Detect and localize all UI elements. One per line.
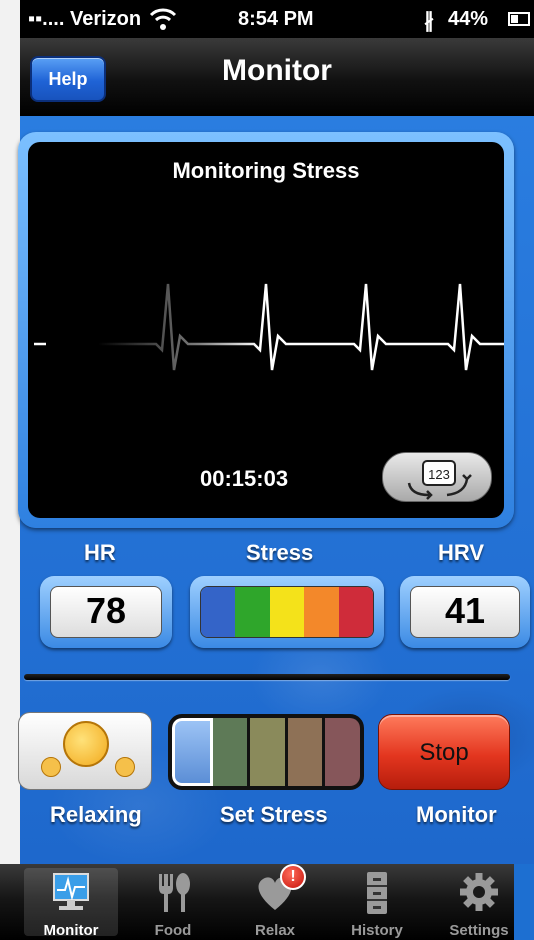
monitor-title: Monitoring Stress: [172, 158, 360, 183]
relaxing-label: Relaxing: [50, 802, 142, 827]
number-toggle-icon: 123: [407, 460, 472, 500]
set-stress-label: Set Stress: [220, 802, 328, 827]
tab-settings[interactable]: Settings: [428, 864, 530, 940]
stress-segment: [304, 587, 339, 637]
carrier-label: ▪▪.... Verizon: [28, 8, 142, 30]
monitor-timer: 00:15:03: [200, 466, 289, 491]
stress-level-option[interactable]: [212, 718, 251, 786]
page-title: Monitor: [222, 54, 332, 87]
fork-spoon-icon: [159, 873, 190, 912]
stop-button[interactable]: Stop: [378, 714, 510, 790]
tab-label: Monitor: [43, 922, 99, 939]
stress-segment: [338, 587, 373, 637]
divider: [24, 674, 510, 680]
tab-relax[interactable]: ! Relax: [224, 864, 326, 940]
ecg-waveform: [34, 283, 504, 371]
wifi-icon: [149, 8, 177, 30]
hr-value: 78: [50, 586, 162, 638]
stress-segment: [235, 587, 270, 637]
monitor-label: Monitor: [416, 802, 497, 827]
hand-icon: [115, 757, 135, 777]
bluetooth-icon: ∦: [424, 10, 434, 32]
tab-label: Relax: [254, 922, 296, 939]
hand-icon: [41, 757, 61, 777]
stress-label: Stress: [246, 540, 314, 565]
stress-level-option[interactable]: [250, 718, 288, 786]
hrv-label: HRV: [438, 540, 485, 565]
relax-alert-badge: !: [280, 864, 306, 890]
stress-level-bar: [200, 586, 374, 638]
battery-percent: 44%: [448, 8, 489, 30]
stress-box: [190, 576, 384, 648]
hr-label: HR: [84, 540, 116, 565]
stress-segment: [269, 587, 305, 637]
relaxing-face-icon: [63, 721, 109, 767]
tab-label: Settings: [449, 922, 509, 939]
stress-segment: [201, 587, 236, 637]
hrv-box: 41: [400, 576, 530, 648]
hr-box: 78: [40, 576, 172, 648]
tab-label: History: [351, 922, 403, 939]
stress-level-option[interactable]: [287, 718, 326, 786]
tab-history[interactable]: History: [326, 864, 428, 940]
toggle-display-button[interactable]: 123: [382, 452, 492, 502]
navigation-bar: Help Monitor: [20, 38, 534, 117]
clock: 8:54 PM: [238, 8, 314, 30]
heart-monitor-icon: [53, 873, 89, 910]
file-cabinet-icon: [367, 872, 387, 914]
tab-food[interactable]: Food: [122, 864, 224, 940]
relaxing-button[interactable]: [18, 712, 152, 790]
battery-icon: [508, 12, 530, 26]
toggle-icon-text: 123: [428, 467, 450, 482]
tab-label: Food: [154, 922, 192, 939]
tab-bar: Monitor Food ! Relax History Settings: [0, 864, 514, 940]
stress-level-option[interactable]: [172, 718, 213, 786]
status-bar: ▪▪.... Verizon 8:54 PM ∦ 44%: [20, 0, 534, 38]
hrv-value: 41: [410, 586, 520, 638]
set-stress-button[interactable]: [168, 714, 364, 790]
tab-monitor[interactable]: Monitor: [20, 864, 122, 940]
stress-level-option[interactable]: [325, 718, 360, 786]
gear-icon: [460, 873, 498, 911]
